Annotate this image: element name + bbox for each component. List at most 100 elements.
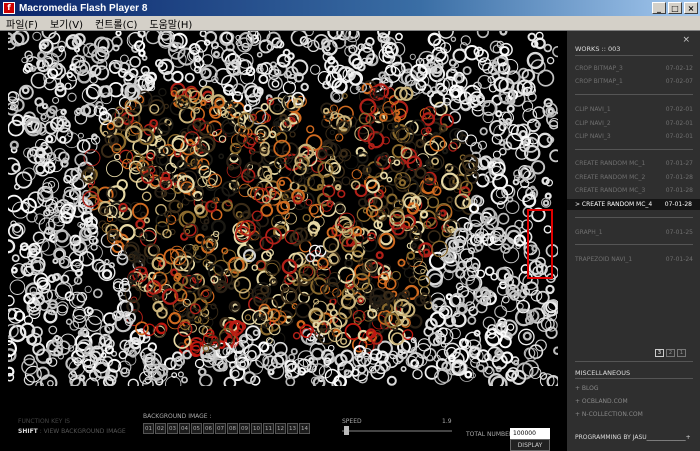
mosaic-circle [327,31,344,40]
mosaic-circle [210,219,226,235]
mosaic-circle [200,99,207,107]
mosaic-circle [9,140,19,150]
mosaic-circle [426,217,438,229]
work-name: CREATE RANDOM MC_3 [575,187,646,194]
background-image-button-08[interactable]: 08 [227,423,238,434]
programming-credit: PROGRAMMING BY JASU_____________+ [575,434,691,441]
background-image-button-04[interactable]: 04 [179,423,190,434]
menu-control[interactable]: 컨트롤(C) [89,16,143,31]
mosaic-circle [310,64,321,75]
background-image-button-07[interactable]: 07 [215,423,226,434]
total-number-input[interactable]: 100000 [510,428,550,439]
mosaic-circle [165,375,182,386]
background-image-button-11[interactable]: 11 [263,423,274,434]
mosaic-circle [457,260,467,270]
work-date: 07-02-07 [665,78,693,85]
mosaic-circle [129,56,141,68]
mosaic-circle [467,315,477,325]
mosaic-circle [59,136,67,144]
work-item-create-random-mc-2[interactable]: CREATE RANDOM MC_2 07-01-28 [575,174,693,181]
mosaic-circle [194,358,205,369]
menu-file[interactable]: 파일(F) [0,16,44,31]
mosaic-circle [8,239,16,254]
divider [575,217,693,218]
work-date: 07-01-28 [665,187,693,194]
mosaic-circle [400,318,410,327]
work-item-create-random-mc-4[interactable]: > CREATE RANDOM MC_4 07-01-28 [567,199,700,210]
display-button[interactable]: DISPLAY [510,439,550,451]
work-item-crop-bitmap-1[interactable]: CROP BITMAP_1 07-02-07 [575,78,693,85]
mosaic-circle [506,323,515,331]
mosaic-circle [479,127,488,136]
background-image-button-03[interactable]: 03 [167,423,178,434]
mosaic-circle [543,43,553,53]
mosaic-circle [99,205,109,216]
menu-view[interactable]: 보기(V) [44,16,89,31]
flash-app-icon[interactable]: f [3,2,15,14]
mosaic-circle [205,103,211,109]
mosaic-circle [534,121,541,128]
page-2-button[interactable]: 2 [666,349,675,357]
work-item-clip-navi-2[interactable]: CLIP NAVI_2 07-02-01 [575,120,693,127]
work-item-create-random-mc-3[interactable]: CREATE RANDOM MC_3 07-01-28 [575,187,693,194]
mosaic-circle [542,199,550,207]
mosaic-circle [8,194,23,213]
mosaic-circle [351,169,362,180]
mosaic-circle [243,104,252,113]
work-item-clip-navi-1[interactable]: CLIP NAVI_1 07-02-01 [575,106,693,113]
page-1-button[interactable]: 1 [677,349,686,357]
mosaic-circle [438,31,454,39]
mosaic-circle [537,69,555,87]
background-image-button-10[interactable]: 10 [251,423,262,434]
minimize-button[interactable]: _ [652,2,666,14]
mosaic-circle [341,176,351,186]
mosaic-circle [439,140,448,149]
mosaic-circle [53,216,61,224]
mosaic-circle [120,54,129,64]
works-title: WORKS :: 003 [575,45,621,53]
mosaic-circle [200,64,218,83]
work-item-trapezoid-navi-1[interactable]: TRAPEZOID NAVI_1 07-01-24 [575,256,693,263]
mosaic-circle [431,157,439,166]
background-image-button-09[interactable]: 09 [239,423,250,434]
n-collection-link[interactable]: + N-COLLECTION.COM [575,411,643,418]
menu-help[interactable]: 도움말(H) [143,16,198,31]
background-image-button-05[interactable]: 05 [191,423,202,434]
mosaic-circle [171,70,184,84]
maximize-button[interactable]: □ [668,2,682,14]
work-item-crop-bitmap-3[interactable]: CROP BITMAP_3 07-02-12 [575,65,693,72]
work-item-clip-navi-3[interactable]: CLIP NAVI_3 07-02-01 [575,133,693,140]
background-image-button-14[interactable]: 14 [299,423,310,434]
mosaic-circle [448,142,458,152]
background-image-label: BACKGROUND IMAGE : [143,413,212,420]
ocbland-link[interactable]: + OCBLAND.COM [575,398,628,405]
page-3-button[interactable]: 3 [655,349,664,357]
mosaic-circle [47,357,58,367]
mosaic-circle [391,270,401,281]
background-image-button-01[interactable]: 01 [143,423,154,434]
background-image-button-12[interactable]: 12 [275,423,286,434]
work-item-create-random-mc-1[interactable]: CREATE RANDOM MC_1 07-01-27 [575,160,693,167]
mosaic-circle [545,284,555,295]
mosaic-circle [476,31,489,39]
speed-slider-track[interactable] [342,430,452,432]
blog-link[interactable]: + BLOG [575,385,599,392]
shift-description: : VIEW BACKGROUND IMAGE [37,428,126,435]
mosaic-circle [112,44,120,52]
work-item-graph-1[interactable]: GRAPH_1 07-01-25 [575,229,693,236]
background-image-button-02[interactable]: 02 [155,423,166,434]
mosaic-circle [104,258,110,265]
mosaic-circle [552,45,558,58]
mosaic-circle [462,66,472,76]
mosaic-circle [329,104,338,113]
background-image-button-06[interactable]: 06 [203,423,214,434]
speed-slider-thumb[interactable] [344,426,350,435]
mosaic-circle [354,184,368,198]
mosaic-circle [174,272,182,280]
butterfly-circle-mosaic[interactable] [8,31,558,436]
background-image-button-13[interactable]: 13 [287,423,298,434]
close-button[interactable]: × [684,2,698,14]
mosaic-circle [8,119,25,137]
mosaic-circle [448,58,457,67]
sidebar-close-icon[interactable]: × [682,35,690,45]
